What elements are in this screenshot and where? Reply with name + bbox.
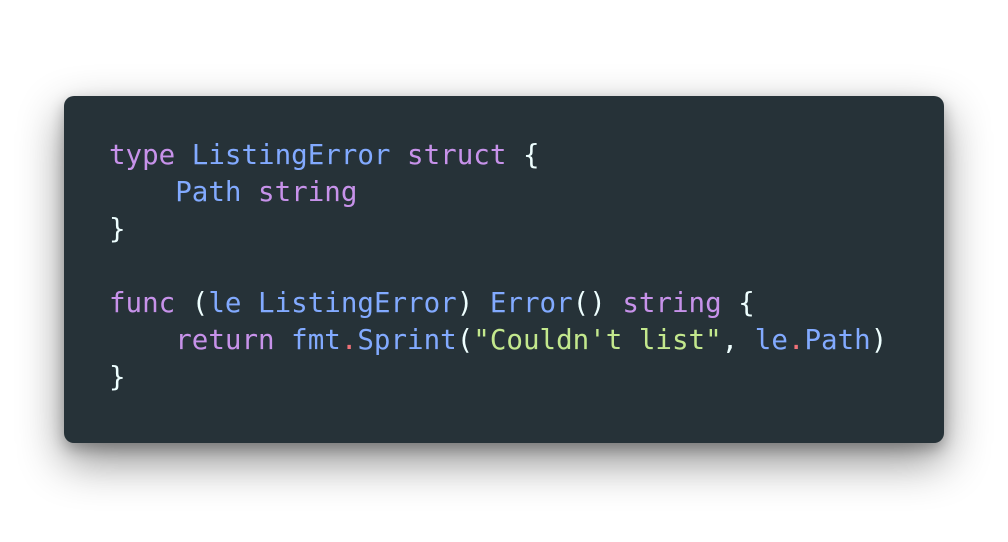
code-token: ( xyxy=(175,287,209,319)
code-snippet-window: type ListingError struct { Path string} f… xyxy=(64,96,944,443)
code-token: Error xyxy=(489,287,573,319)
code-token: , xyxy=(721,324,755,356)
code-token: "Couldn't list" xyxy=(473,324,722,356)
code-token: struct xyxy=(407,139,507,171)
code-token: Path xyxy=(175,176,242,208)
code-token: () xyxy=(572,287,623,319)
code-token: return xyxy=(175,324,275,356)
code-token: type xyxy=(109,139,176,171)
code-token: . xyxy=(787,324,805,356)
code-line: func (le ListingError) Error() string { xyxy=(109,285,944,322)
code-token: } xyxy=(109,361,126,393)
code-line: type ListingError struct { xyxy=(109,137,944,174)
code-token: ListingError xyxy=(191,139,391,171)
code-token: fmt xyxy=(291,324,341,356)
code-token: ) xyxy=(870,324,888,356)
code-line: } xyxy=(109,211,944,248)
code-token: ListingError xyxy=(258,287,457,319)
code-token: string xyxy=(622,287,722,319)
code-token: ( xyxy=(456,324,474,356)
code-token: le xyxy=(754,324,788,356)
code-token: string xyxy=(258,176,358,208)
code-line: Path string xyxy=(109,174,944,211)
code-token: } xyxy=(109,213,126,245)
code-token: Sprint xyxy=(357,324,457,356)
code-token: ) xyxy=(456,287,490,319)
code-block: type ListingError struct { Path string} f… xyxy=(109,137,944,396)
code-token: { xyxy=(721,287,755,319)
canvas: type ListingError struct { Path string} f… xyxy=(0,0,1008,542)
code-token: Path xyxy=(804,324,871,356)
code-line: } xyxy=(109,359,944,396)
code-token: . xyxy=(340,324,358,356)
code-token: le xyxy=(208,287,242,319)
code-line: return fmt.Sprint("Couldn't list", le.Pa… xyxy=(109,322,944,359)
code-token: { xyxy=(506,139,540,171)
code-token: func xyxy=(109,287,176,319)
